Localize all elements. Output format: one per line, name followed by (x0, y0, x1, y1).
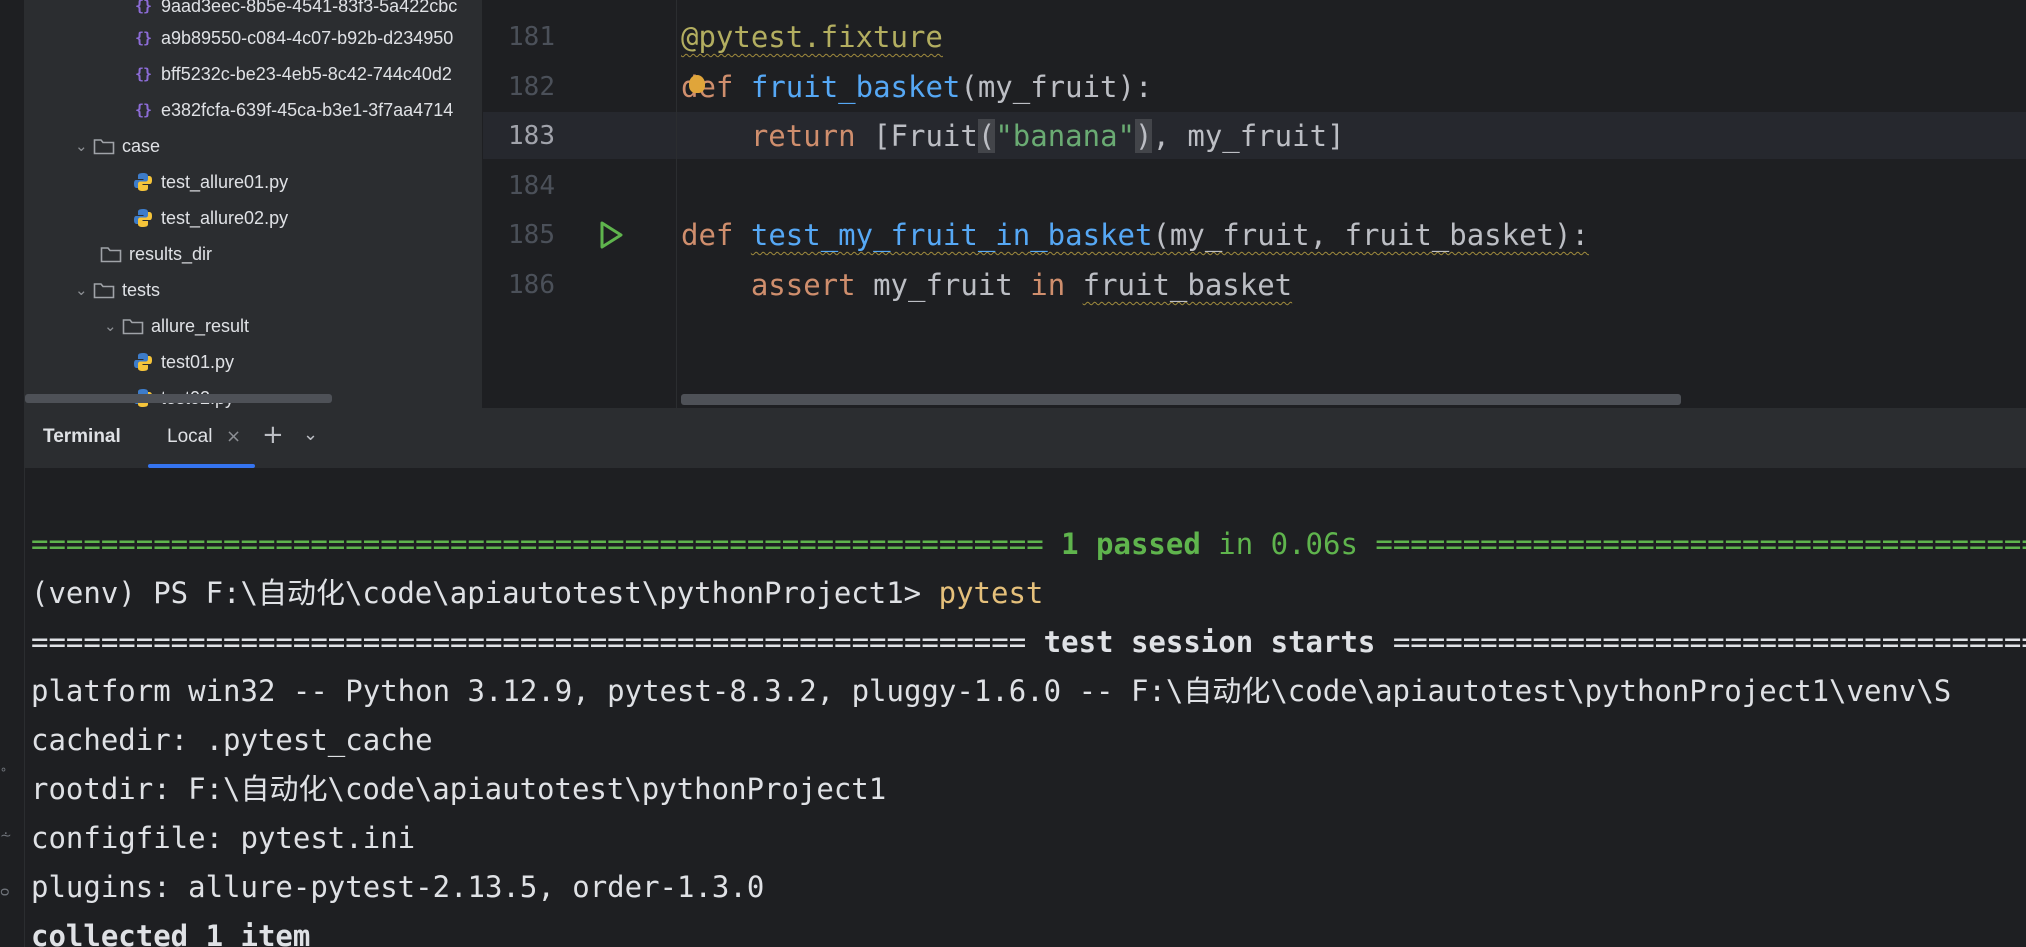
tree-item-label: tests (122, 279, 161, 300)
folder-icon (93, 279, 115, 301)
lightbulb-icon[interactable] (689, 75, 705, 93)
tree-item-json[interactable]: {} a9b89550-c084-4c07-b92b-d234950 (132, 20, 453, 56)
code-text: [Fruit (873, 119, 978, 153)
keyword-token: in (1030, 268, 1066, 302)
run-test-icon[interactable] (593, 218, 627, 252)
code-line-186: assert my_fruit in fruit_basket (681, 260, 1292, 310)
folder-icon (100, 243, 122, 265)
close-icon[interactable]: × (226, 426, 241, 447)
json-file-icon: {} (134, 65, 152, 83)
tree-item-label: 9aad3eec-8b5e-4541-83f3-5a422cbc (161, 0, 458, 16)
tree-item-python[interactable]: test_allure01.py (132, 164, 288, 200)
terminal-line-collected: collected 1 item (31, 919, 311, 947)
tree-item-json[interactable]: {} e382fcfa-639f-45ca-b3e1-3f7aa4714 (132, 92, 453, 128)
tab-local[interactable]: Local × (148, 408, 255, 468)
separator: ========================================… (1392, 625, 2026, 659)
passed-count: 1 passed (1061, 527, 1201, 561)
code-line-182: def fruit_basket(my_fruit): (681, 62, 1152, 112)
code-text: , my_fruit] (1152, 119, 1345, 153)
chevron-down-icon[interactable]: ⌄ (104, 317, 122, 335)
tree-item-label: test_allure01.py (161, 171, 289, 192)
terminal-line-rootdir: rootdir: F:\自动化\code\apiautotest\pythonP… (31, 772, 887, 806)
session-heading: test session starts (1043, 625, 1376, 659)
code-line-185: def test_my_fruit_in_basket(my_fruit, fr… (681, 210, 1589, 260)
python-file-icon (132, 351, 154, 373)
line-number: 182 (508, 72, 555, 102)
terminal-line-plugins: plugins: allure-pytest-2.13.5, order-1.3… (31, 870, 765, 904)
chevron-down-icon[interactable]: ⌄ (75, 281, 93, 299)
tree-item-folder-case[interactable]: ⌄ case (75, 128, 160, 164)
json-file-icon: {} (134, 29, 152, 47)
tool-strip-icon[interactable]: ⩪ (0, 828, 12, 844)
code-text: fruit_basket (1082, 268, 1293, 302)
decorator-token: @pytest.fixture (681, 20, 943, 54)
python-file-icon (132, 171, 154, 193)
code-text: my_fruit (873, 268, 1013, 302)
tree-item-folder-results[interactable]: results_dir (100, 236, 212, 272)
chevron-down-icon[interactable]: ⌄ (75, 137, 93, 155)
tree-item-label: allure_result (151, 315, 250, 336)
separator: ========================================… (31, 527, 1062, 561)
tree-item-python[interactable]: test_allure02.py (132, 200, 288, 236)
editor-horizontal-scrollbar[interactable] (681, 394, 1681, 405)
tree-item-label: test_allure02.py (161, 207, 289, 228)
tree-item-label: a9b89550-c084-4c07-b92b-d234950 (161, 27, 454, 48)
line-number: 186 (508, 270, 555, 300)
tree-item-label: e382fcfa-639f-45ca-b3e1-3f7aa4714 (161, 99, 454, 120)
line-number-active: 183 (508, 121, 555, 151)
keyword-token: def (681, 218, 734, 252)
terminal-title: Terminal (43, 426, 121, 447)
line-number-gutter: 181 182 183 184 185 186 (483, 0, 677, 408)
tree-item-label: bff5232c-be23-4eb5-8c42-744c40d2 (161, 63, 452, 84)
terminal-line-prompt: (venv) PS F:\自动化\code\apiautotest\python… (31, 569, 1043, 618)
terminal-line-passed: ========================================… (31, 520, 2026, 569)
folder-icon (93, 135, 115, 157)
chevron-down-icon[interactable]: ⌄ (303, 424, 318, 445)
function-name-token: test_my_fruit_in_basket (750, 218, 1153, 252)
string-token: "banana" (995, 119, 1135, 153)
line-number: 181 (508, 22, 555, 52)
code-line-181: @pytest.fixture (681, 12, 943, 62)
python-file-icon (132, 207, 154, 229)
matched-paren: ) (1135, 119, 1153, 153)
keyword-token: assert (750, 268, 856, 302)
terminal-line-session: ========================================… (31, 618, 2026, 667)
tree-item-json[interactable]: {} bff5232c-be23-4eb5-8c42-744c40d2 (132, 56, 452, 92)
code-text: (my_fruit, fruit_basket): (1152, 218, 1589, 252)
code-line-183: return [Fruit("banana"), my_fruit] (681, 111, 1345, 161)
code-text: (my_fruit): (960, 70, 1153, 104)
tree-item-python[interactable]: test01.py (132, 344, 234, 380)
tree-horizontal-scrollbar[interactable] (25, 394, 332, 403)
line-number: 185 (508, 220, 555, 250)
shell-command: pytest (938, 576, 1044, 610)
line-number: 184 (508, 171, 555, 201)
folder-icon (122, 315, 144, 337)
code-editor[interactable]: 181 182 183 184 185 186 @pytest.fixture … (483, 0, 2026, 408)
separator: in 0.06s ===============================… (1218, 527, 2026, 561)
left-tool-strip: ˚ ⩪ ᴑ (0, 0, 25, 947)
terminal-output[interactable]: ========================================… (25, 468, 2026, 947)
terminal-line-platform: platform win32 -- Python 3.12.9, pytest-… (31, 674, 1952, 708)
tree-item-folder-tests[interactable]: ⌄ tests (75, 272, 160, 308)
terminal-tab-bar: Terminal Local × + ⌄ (25, 408, 2026, 468)
matched-paren: ( (977, 119, 996, 153)
tree-item-label: results_dir (129, 243, 213, 264)
json-file-icon: {} (134, 101, 152, 119)
separator: ========================================… (31, 625, 1044, 659)
terminal-line-cachedir: cachedir: .pytest_cache (31, 723, 433, 757)
tree-item-folder-allure-result[interactable]: ⌄ allure_result (104, 308, 249, 344)
tool-strip-icon[interactable]: ˚ (0, 768, 8, 784)
shell-prompt: (venv) PS F:\自动化\code\apiautotest\python… (31, 576, 939, 610)
tab-local-label: Local (167, 426, 213, 447)
tool-strip-icon[interactable]: ᴑ (0, 884, 10, 900)
add-tab-icon[interactable]: + (262, 420, 284, 450)
terminal-line-configfile: configfile: pytest.ini (31, 821, 416, 855)
function-name-token: fruit_basket (750, 70, 961, 104)
json-file-icon: {} (134, 0, 152, 15)
tree-item-label: test01.py (161, 351, 235, 372)
tree-item-label: case (122, 135, 161, 156)
keyword-token: return (750, 119, 856, 153)
project-tree: {} 9aad3eec-8b5e-4541-83f3-5a422cbc {} a… (25, 0, 482, 408)
